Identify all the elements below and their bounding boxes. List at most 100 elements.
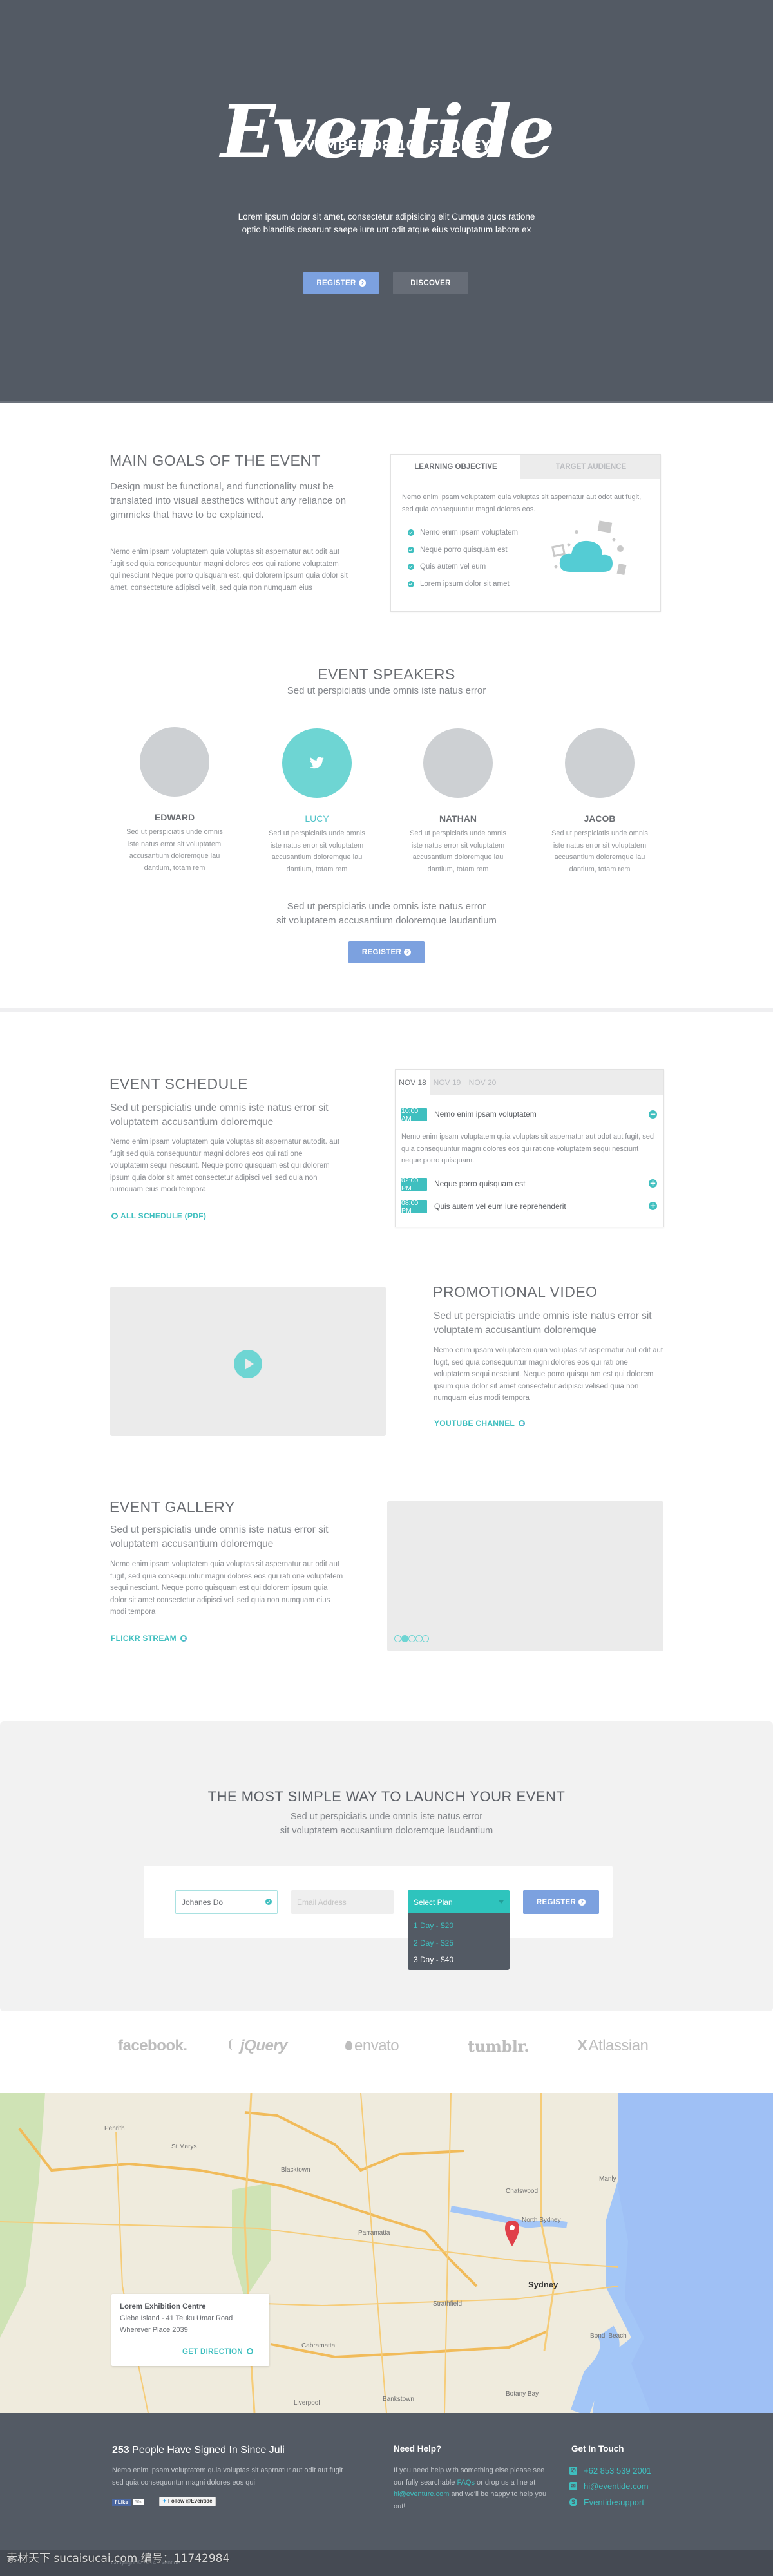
- plan-option[interactable]: 3 Day - $40: [414, 1955, 453, 1964]
- facebook-like-count: 60k: [132, 2499, 144, 2505]
- twitter-follow-label: Follow @Eventide: [167, 2498, 213, 2504]
- hero-description: Lorem ipsum dolor sit amet, consectetur …: [238, 212, 535, 234]
- schedule-lead: Sed ut perspiciatis unde omnis iste natu…: [110, 1103, 329, 1128]
- section-divider: [0, 1008, 773, 1012]
- avatar[interactable]: [565, 728, 635, 798]
- email-input[interactable]: Email Address: [291, 1890, 394, 1914]
- schedule-item-title[interactable]: Neque porro quisquam est: [434, 1179, 525, 1188]
- schedule-item-title[interactable]: Quis autem vel eum iure reprehenderit: [434, 1202, 566, 1211]
- hero-register-button[interactable]: REGISTER: [303, 272, 379, 294]
- gallery-slider[interactable]: [387, 1501, 663, 1651]
- speaker-name: JACOB: [584, 813, 616, 824]
- slider-dot[interactable]: [394, 1635, 401, 1642]
- register-form: Johanes Do Email Address Select Plan REG…: [144, 1866, 613, 1938]
- tab-nov-20[interactable]: NOV 20: [464, 1070, 501, 1095]
- expand-plus-icon[interactable]: +: [649, 1202, 657, 1210]
- speakers-title: EVENT SPEAKERS: [318, 666, 455, 683]
- download-icon: [111, 1213, 118, 1219]
- jquery-logo-text: jQuery: [240, 2037, 288, 2054]
- arrow-right-icon: [358, 279, 366, 287]
- speakers-cta-line2: sit voluptatem accusantium doloremque la…: [276, 915, 497, 926]
- register-title: THE MOST SIMPLE WAY TO LAUNCH YOUR EVENT: [207, 1788, 566, 1804]
- envato-logo: envato: [345, 2037, 399, 2055]
- plan-select-label: Select Plan: [414, 1897, 453, 1907]
- check-circle-icon: [408, 581, 414, 587]
- skype-text: Eventidesupport: [584, 2497, 644, 2507]
- jquery-logo: jQuery: [229, 2037, 288, 2055]
- flickr-stream-link[interactable]: FLICKR STREAM: [111, 1634, 187, 1643]
- speakers-register-button[interactable]: REGISTER: [348, 941, 425, 963]
- atlassian-logo-text: Atlassian: [588, 2037, 649, 2054]
- envato-leaf-icon: [345, 2041, 352, 2050]
- collapse-minus-icon[interactable]: −: [649, 1110, 657, 1119]
- venue-address-2: Wherever Place 2039: [120, 2326, 188, 2334]
- avatar[interactable]: [140, 727, 209, 797]
- help-email-link[interactable]: hi@eventure.com: [394, 2490, 449, 2498]
- speaker-card[interactable]: LUCY Sed ut perspiciatis unde omnis iste…: [253, 728, 381, 875]
- email-link[interactable]: ✉ hi@eventide.com: [569, 2481, 649, 2491]
- gallery-body: Nemo enim ipsam voluptatem quia voluptas…: [110, 1560, 343, 1616]
- checklist-text: Nemo enim ipsam voluptatem: [420, 529, 519, 536]
- video-player[interactable]: [110, 1287, 386, 1436]
- get-direction-link[interactable]: GET DIRECTION: [182, 2348, 253, 2356]
- eventide-logo: Eventide: [220, 90, 555, 175]
- checklist-item: Neque porro quisquam est: [408, 546, 508, 554]
- speaker-card[interactable]: JACOB Sed ut perspiciatis unde omnis ist…: [535, 728, 664, 875]
- get-direction-label: GET DIRECTION: [182, 2348, 243, 2356]
- plan-option[interactable]: 1 Day - $20: [414, 1921, 453, 1930]
- arrow-right-icon: [578, 1899, 586, 1906]
- twitter-follow-button[interactable]: ✦ Follow @Eventide: [159, 2497, 216, 2506]
- speaker-card[interactable]: NATHAN Sed ut perspiciatis unde omnis is…: [394, 728, 522, 875]
- speaker-card[interactable]: EDWARD Sed ut perspiciatis unde omnis is…: [110, 727, 239, 874]
- play-icon[interactable]: [234, 1350, 262, 1378]
- twitter-icon[interactable]: [309, 756, 325, 770]
- expand-plus-icon[interactable]: +: [649, 1179, 657, 1188]
- tumblr-logo: tumblr.: [468, 2037, 530, 2056]
- flickr-link-label: FLICKR STREAM: [111, 1634, 177, 1643]
- slider-dot[interactable]: [408, 1635, 415, 1642]
- speaker-name: EDWARD: [154, 812, 195, 822]
- plan-option[interactable]: 2 Day - $25: [414, 1938, 453, 1947]
- facebook-like-button[interactable]: f Like: [112, 2498, 131, 2506]
- phone-icon: ✆: [569, 2467, 577, 2475]
- map-label: Bankstown: [383, 2396, 414, 2403]
- checklist-item: Nemo enim ipsam voluptatem: [408, 529, 518, 536]
- checklist-item: Quis autem vel eum: [408, 563, 486, 571]
- checklist-text: Quis autem vel eum: [420, 563, 486, 571]
- map-label: Manly: [599, 2175, 616, 2183]
- plan-select[interactable]: Select Plan: [408, 1890, 510, 1914]
- all-schedule-pdf-link[interactable]: ALL SCHEDULE (PDF): [111, 1211, 206, 1220]
- map-label: Botany Bay: [506, 2391, 539, 2398]
- tab-nov-18[interactable]: NOV 18: [396, 1070, 430, 1095]
- map-label: Bondi Beach: [590, 2333, 627, 2340]
- tab-learning-objective[interactable]: LEARNING OBJECTIVE: [391, 455, 520, 479]
- youtube-channel-link[interactable]: YOUTUBE CHANNEL: [434, 1419, 526, 1428]
- phone-link[interactable]: ✆ +62 853 539 2001: [569, 2466, 651, 2476]
- avatar[interactable]: [282, 728, 352, 798]
- event-date-location: NOVEMBER 08-10 | SYDNEY: [282, 138, 491, 153]
- schedule-item-title[interactable]: Nemo enim ipsam voluptatem: [434, 1110, 537, 1119]
- register-label: REGISTER: [536, 1898, 577, 1906]
- facebook-like-widget[interactable]: f Like 60k: [112, 2497, 144, 2506]
- skype-icon: S: [569, 2498, 577, 2506]
- register-label: REGISTER: [361, 948, 402, 956]
- venue-address-1: Glebe Island - 41 Teuku Umar Road: [120, 2315, 233, 2322]
- avatar[interactable]: [423, 728, 493, 798]
- video-title: PROMOTIONAL VIDEO: [433, 1283, 598, 1300]
- slider-dot-active[interactable]: [401, 1635, 408, 1642]
- slider-dot[interactable]: [422, 1635, 429, 1642]
- tab-nov-19[interactable]: NOV 19: [430, 1070, 464, 1095]
- skype-link[interactable]: S Eventidesupport: [569, 2497, 644, 2507]
- discover-button[interactable]: DISCOVER: [393, 272, 468, 294]
- register-line2: sit voluptatem accusantium doloremque la…: [280, 1826, 493, 1836]
- checklist-text: Neque porro quisquam est: [420, 546, 508, 554]
- map-label: Penrith: [104, 2125, 125, 2132]
- arrow-right-icon: [519, 1420, 526, 1426]
- valid-check-icon: [265, 1899, 272, 1905]
- name-input[interactable]: Johanes Do: [175, 1890, 278, 1914]
- map-label: St Marys: [171, 2143, 196, 2150]
- faqs-link[interactable]: FAQs: [457, 2479, 475, 2486]
- form-register-button[interactable]: REGISTER: [523, 1890, 599, 1914]
- youtube-link-label: YOUTUBE CHANNEL: [434, 1419, 515, 1428]
- tab-target-audience[interactable]: TARGET AUDIENCE: [520, 455, 662, 479]
